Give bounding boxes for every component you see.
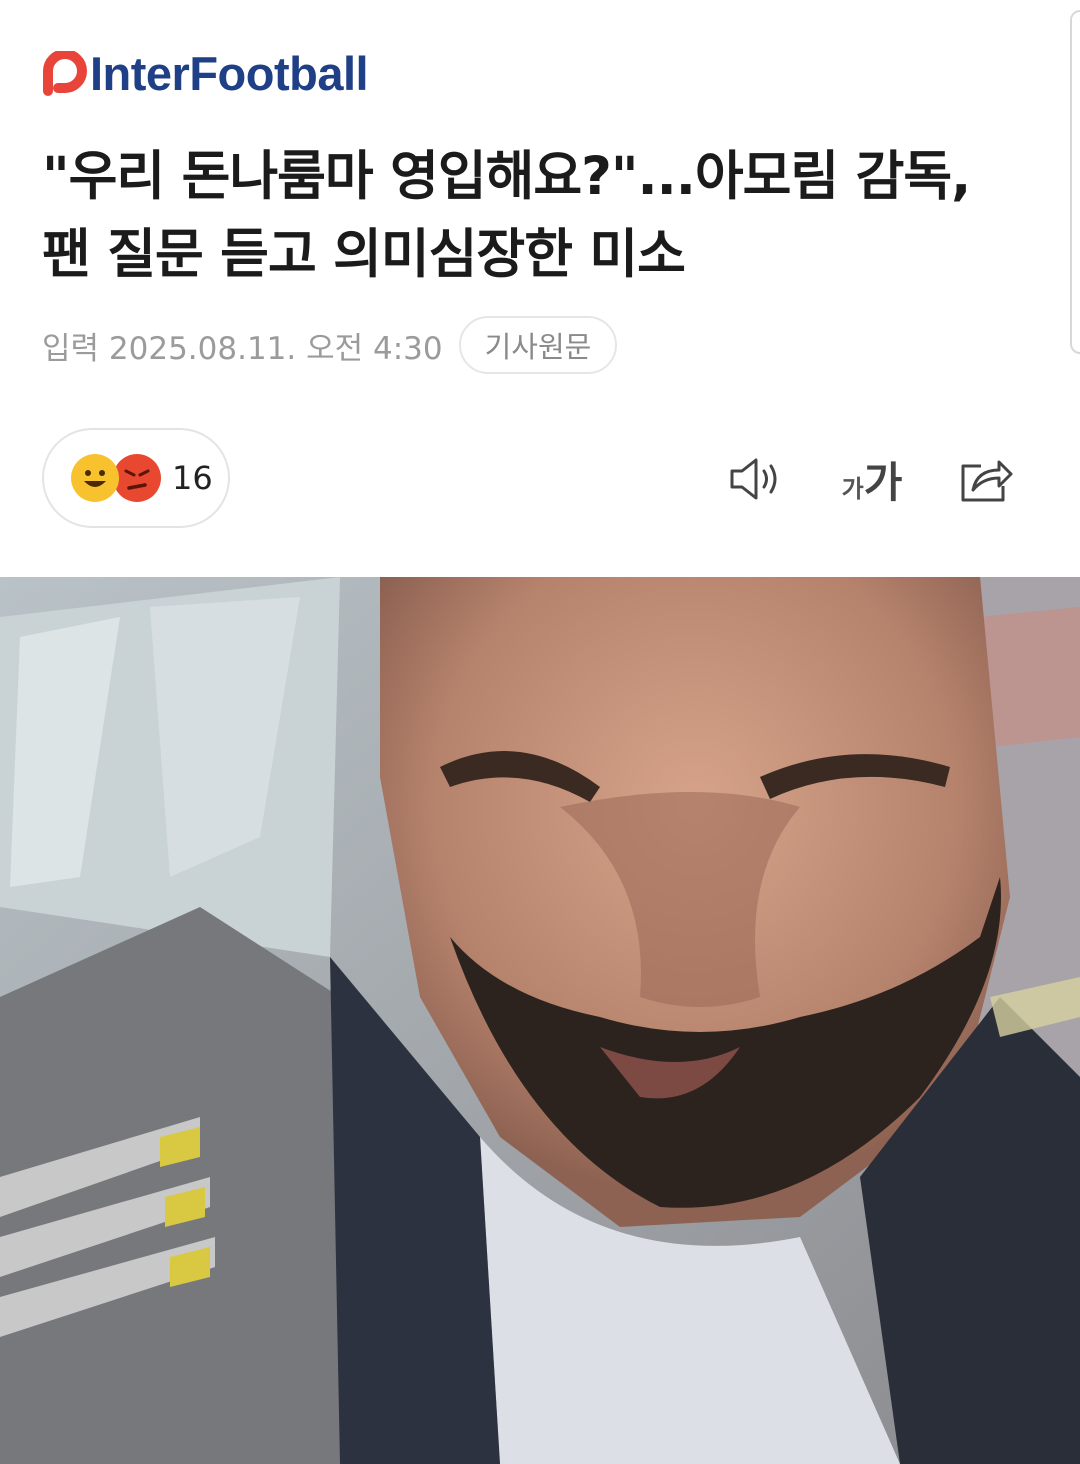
article-photo [0,577,1080,1464]
article-meta: 입력 2025.08.11. 오전 4:30 기사원문 [42,316,618,374]
speaker-icon [730,458,777,500]
reaction-count: 16 [172,459,213,497]
article-headline: "우리 돈나룸마 영입해요?"...아모림 감독, 팬 질문 듣고 의미심장한 … [42,138,1052,294]
logo-mark-icon [43,50,87,96]
happy-emoji-icon [71,454,119,502]
share-icon [961,460,1013,502]
reaction-emojis [70,453,164,503]
share-button[interactable] [956,448,1018,510]
font-size-button[interactable]: 가 가 [836,448,908,510]
font-size-small-label: 가 [841,474,864,503]
photo-illustration [0,577,1080,1464]
publish-date: 입력 2025.08.11. 오전 4:30 [42,330,443,367]
original-article-label: 기사원문 [484,330,592,364]
scrollbar-edge [1070,10,1080,354]
font-size-big-label: 가 [863,457,903,507]
text-to-speech-button[interactable] [726,448,788,510]
logo-text: InterFootball [90,47,369,100]
headline-line-1: "우리 돈나룸마 영입해요?"...아모림 감독, [42,146,971,207]
headline-line-2: 팬 질문 듣고 의미심장한 미소 [42,224,686,285]
reaction-button[interactable]: 16 [42,428,230,528]
publisher-logo[interactable]: InterFootball [42,47,369,100]
original-article-button[interactable]: 기사원문 [458,316,618,374]
